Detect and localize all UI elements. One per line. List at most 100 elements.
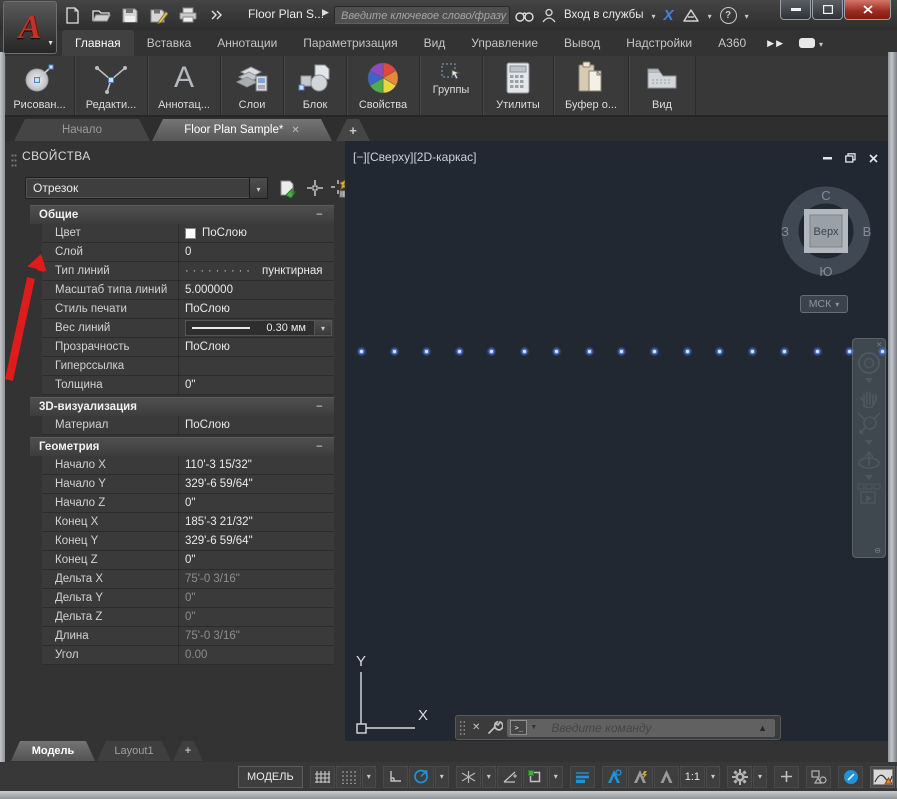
property-value[interactable]: ·········пунктирная: [179, 262, 334, 280]
property-value[interactable]: 329'-6 59/64": [179, 532, 334, 550]
panel-modify[interactable]: Редакти...: [75, 56, 148, 115]
section-collapse-icon[interactable]: −: [316, 401, 334, 413]
a360-dropdown-icon[interactable]: [708, 6, 712, 24]
tab-addins[interactable]: Надстройки: [613, 30, 705, 56]
new-file-icon[interactable]: [62, 5, 82, 25]
panel-view[interactable]: Вид: [629, 56, 696, 115]
open-folder-icon[interactable]: [91, 5, 111, 25]
viewcube-east[interactable]: В: [863, 224, 872, 239]
title-expand-icon[interactable]: ▶: [322, 7, 329, 18]
file-tab-start[interactable]: Начало: [14, 119, 150, 141]
property-value[interactable]: 5.000000: [179, 281, 334, 299]
property-value[interactable]: ПоСлою: [179, 338, 334, 356]
help-dropdown-icon[interactable]: [745, 6, 749, 24]
exchange-apps-icon[interactable]: X: [664, 7, 674, 24]
a360-connect-icon[interactable]: [682, 8, 700, 23]
grid-display-icon[interactable]: [336, 766, 361, 788]
model-space-button[interactable]: МОДЕЛЬ: [238, 766, 303, 788]
showmotion-icon[interactable]: [857, 483, 881, 505]
drawing-close-icon[interactable]: [869, 154, 878, 163]
polar-tracking-icon[interactable]: [409, 766, 434, 788]
snap-grid-icon[interactable]: [310, 766, 335, 788]
property-value[interactable]: 75'-0 3/16": [179, 627, 334, 645]
search-input[interactable]: Введите ключевое слово/фразу: [334, 6, 510, 24]
property-value[interactable]: 0": [179, 494, 334, 512]
tab-a360[interactable]: A360: [705, 30, 759, 56]
navbar-collapse-icon[interactable]: ⊖: [874, 546, 881, 555]
property-value[interactable]: ПоСлою: [179, 416, 334, 434]
close-button[interactable]: [844, 0, 891, 20]
ortho-mode-icon[interactable]: [383, 766, 408, 788]
section-collapse-icon[interactable]: −: [316, 209, 334, 221]
command-line[interactable]: ✕ >_ ▼ Введите команду ▲: [455, 715, 781, 740]
panel-layers[interactable]: Слои: [221, 56, 284, 115]
polar-dropdown-icon[interactable]: [435, 766, 449, 788]
workspace-gear-icon[interactable]: [727, 766, 752, 788]
section-header[interactable]: Общие−: [30, 205, 334, 224]
minimize-button[interactable]: [780, 0, 811, 20]
property-value[interactable]: 0": [179, 608, 334, 626]
print-icon[interactable]: [178, 5, 198, 25]
graphics-performance-icon[interactable]: [838, 766, 863, 788]
orbit-icon[interactable]: [857, 448, 881, 472]
navwheel-dropdown-icon[interactable]: [865, 378, 873, 383]
grid-dropdown-icon[interactable]: [362, 766, 376, 788]
property-value[interactable]: 75'-0 3/16": [179, 570, 334, 588]
panel-block[interactable]: Блок: [284, 56, 347, 115]
pan-hand-icon[interactable]: [857, 386, 881, 408]
property-value[interactable]: [179, 357, 334, 375]
viewcube[interactable]: С Ю З В Верх: [771, 179, 881, 291]
user-icon[interactable]: [542, 8, 556, 23]
ribbon-display-toggle[interactable]: [793, 30, 829, 56]
workspace-dropdown-icon[interactable]: [753, 766, 767, 788]
lineweight-control[interactable]: 0.30 мм: [185, 320, 332, 336]
isometric-drafting-icon[interactable]: [456, 766, 481, 788]
layout1-tab[interactable]: Layout1: [97, 741, 171, 761]
property-value[interactable]: 110'-3 15/32": [179, 456, 334, 474]
viewcube-west[interactable]: З: [781, 224, 789, 239]
file-tab-document[interactable]: Floor Plan Sample* ✕: [152, 119, 332, 141]
isodraft-dropdown-icon[interactable]: [482, 766, 496, 788]
panel-annotation[interactable]: A Аннотац...: [148, 56, 221, 115]
viewport-controls-label[interactable]: [−][Сверху][2D-каркас]: [353, 150, 477, 164]
file-tab-close-icon[interactable]: ✕: [291, 125, 299, 136]
plus-tracking-icon[interactable]: [774, 766, 799, 788]
property-value[interactable]: ПоСлою: [179, 224, 334, 242]
wcs-button[interactable]: МСК: [800, 295, 848, 313]
orbit-dropdown-icon[interactable]: [865, 475, 873, 480]
model-tab[interactable]: Модель: [11, 741, 95, 761]
annotation-visibility-icon[interactable]: [602, 766, 627, 788]
new-drawing-tab-button[interactable]: +: [336, 119, 370, 141]
drawing-restore-icon[interactable]: [845, 153, 856, 163]
isolate-objects-icon[interactable]: [806, 766, 831, 788]
property-value[interactable]: 0.00: [179, 646, 334, 664]
drawing-minimize-icon[interactable]: [823, 157, 832, 160]
panel-clipboard[interactable]: Буфер о...: [554, 56, 629, 115]
annotation-scale-value[interactable]: 1:1: [680, 766, 705, 788]
tab-manage[interactable]: Управление: [458, 30, 551, 56]
scale-dropdown-icon[interactable]: [706, 766, 720, 788]
lineweight-dropdown-icon[interactable]: [314, 321, 331, 335]
help-icon[interactable]: ?: [720, 7, 737, 24]
navigation-bar[interactable]: ✕ ⊖: [852, 338, 886, 558]
drawing-canvas[interactable]: [−][Сверху][2D-каркас] С Ю З В Верх МСК …: [345, 141, 888, 741]
command-prompt-dropdown-icon[interactable]: ▼: [530, 724, 537, 731]
viewcube-north[interactable]: С: [821, 188, 830, 203]
save-icon[interactable]: [120, 5, 140, 25]
signin-button[interactable]: Вход в службы: [564, 9, 644, 21]
command-expand-icon[interactable]: ▲: [758, 723, 767, 733]
tab-output[interactable]: Вывод: [551, 30, 613, 56]
command-line-grip[interactable]: [459, 720, 466, 736]
section-header[interactable]: 3D-визуализация−: [30, 397, 334, 416]
property-value[interactable]: 0": [179, 376, 334, 394]
viewcube-south[interactable]: Ю: [819, 264, 832, 279]
property-value[interactable]: 0": [179, 589, 334, 607]
annotation-scale-icon[interactable]: [654, 766, 679, 788]
panel-utilities[interactable]: Утилиты: [483, 56, 554, 115]
new-layout-button[interactable]: +: [173, 741, 203, 761]
object-type-dropdown[interactable]: Отрезок: [25, 177, 268, 199]
toggle-pickadd-icon[interactable]: [276, 177, 298, 199]
application-menu-button[interactable]: A ▼: [3, 1, 57, 54]
osnap-dropdown-icon[interactable]: [549, 766, 563, 788]
command-input[interactable]: >_ ▼ Введите команду ▲: [507, 719, 775, 737]
